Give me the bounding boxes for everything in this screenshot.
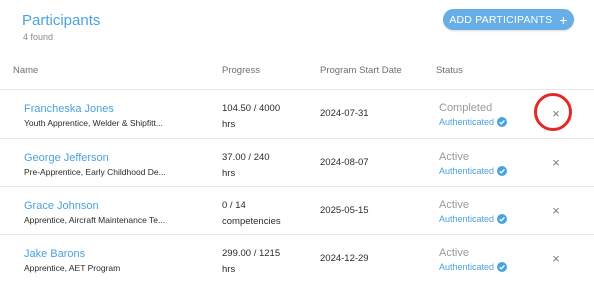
table-row[interactable]: Grace Johnson Apprentice, Aircraft Maint… [0,188,594,236]
status-text: Active [439,247,469,259]
status-text: Active [439,151,469,163]
column-header-start-date[interactable]: Program Start Date [320,65,402,76]
progress-cell: 37.00 / 240 hrs [222,150,270,182]
remove-button-highlight-ring [534,93,572,131]
table-row[interactable]: George Jefferson Pre-Apprentice, Early C… [0,140,594,188]
status-text: Completed [439,102,493,114]
remove-participant-button[interactable]: × [548,251,564,267]
authenticated-label: Authenticated [439,117,495,127]
table-row[interactable]: Francheska Jones Youth Apprentice, Welde… [0,91,594,139]
participant-name-link[interactable]: Francheska Jones [24,103,114,115]
progress-value: 37.00 / 240 [222,152,270,163]
authenticated-badge: Authenticated [439,214,508,224]
participant-program: Apprentice, Aircraft Maintenance Te... [24,215,166,225]
participant-name-link[interactable]: Grace Johnson [24,200,99,212]
add-participants-label: ADD PARTICIPANTS [449,13,553,26]
plus-icon: + [559,11,568,28]
column-header-progress[interactable]: Progress [222,65,260,76]
start-date: 2024-08-07 [320,157,369,168]
progress-unit: hrs [222,264,236,275]
progress-cell: 299.00 / 1215 hrs [222,246,280,278]
participant-program: Youth Apprentice, Welder & Shipfitt... [24,118,163,128]
check-circle-icon [497,117,508,127]
authenticated-badge: Authenticated [439,262,508,272]
column-header-name[interactable]: Name [13,65,38,76]
authenticated-label: Authenticated [439,214,495,224]
status-text: Active [439,199,469,211]
results-count: 4 found [23,32,54,42]
progress-cell: 104.50 / 4000 hrs [222,101,280,133]
participant-program: Pre-Apprentice, Early Childhood De... [24,167,166,177]
progress-cell: 0 / 14 competencies [222,198,281,230]
page-title: Participants [22,12,101,29]
table-row[interactable]: Jake Barons Apprentice, AET Program 299.… [0,236,594,284]
remove-participant-button[interactable]: × [548,155,564,171]
start-date: 2024-12-29 [320,253,369,264]
progress-value: 0 / 14 [222,200,246,211]
progress-value: 299.00 / 1215 [222,248,281,259]
start-date: 2024-07-31 [320,108,369,119]
row-divider [0,186,594,187]
progress-unit: hrs [222,168,236,179]
remove-participant-button[interactable]: × [548,203,564,219]
start-date: 2025-05-15 [320,205,369,216]
participant-program: Apprentice, AET Program [24,263,121,273]
check-circle-icon [497,214,508,224]
check-circle-icon [497,262,508,272]
column-header-status[interactable]: Status [436,65,463,76]
progress-unit: competencies [222,216,281,227]
progress-unit: hrs [222,119,236,130]
add-participants-button[interactable]: ADD PARTICIPANTS + [443,9,574,30]
check-circle-icon [497,166,508,176]
row-divider [0,234,594,235]
participant-name-link[interactable]: Jake Barons [24,248,85,260]
header-divider [0,89,594,90]
row-divider [0,138,594,139]
progress-value: 104.50 / 4000 [222,103,281,114]
authenticated-label: Authenticated [439,262,495,272]
authenticated-label: Authenticated [439,166,495,176]
authenticated-badge: Authenticated [439,117,508,127]
authenticated-badge: Authenticated [439,166,508,176]
participant-name-link[interactable]: George Jefferson [24,152,109,164]
